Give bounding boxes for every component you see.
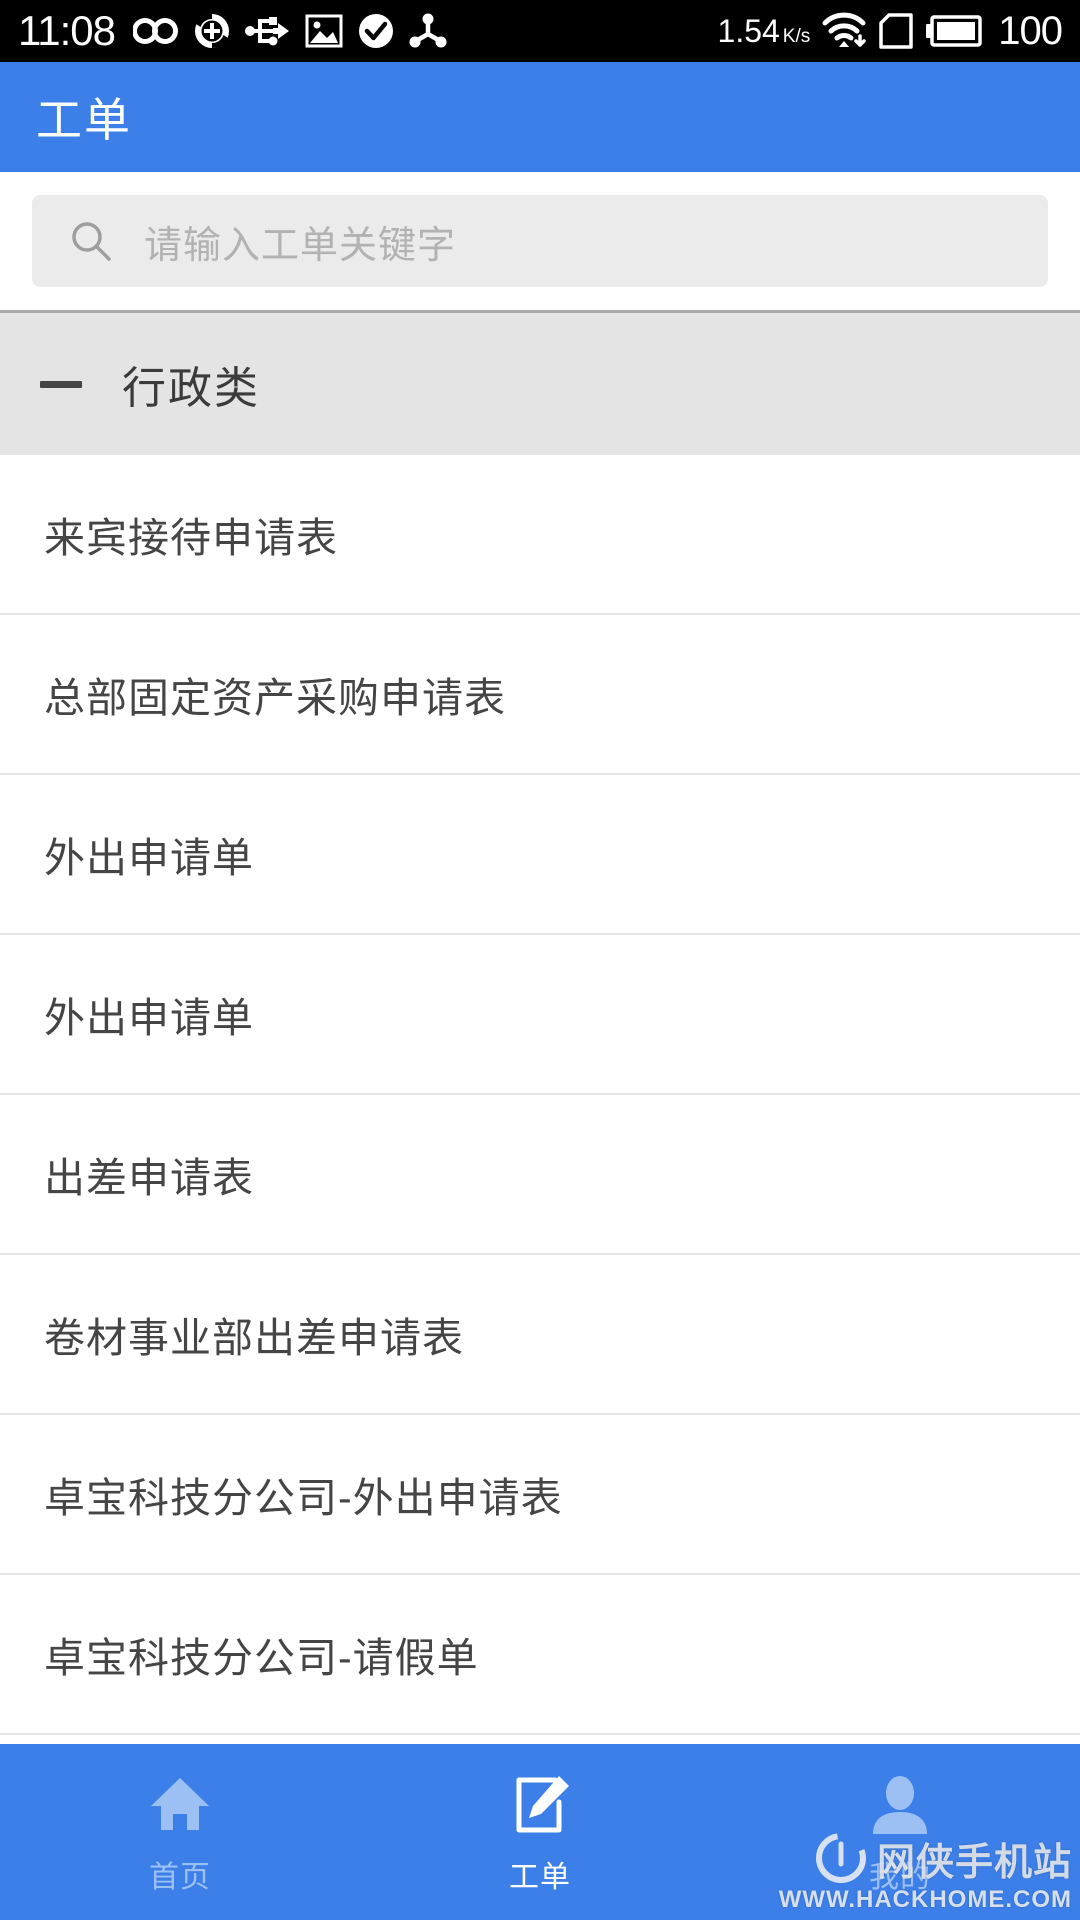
network-speed-value: 1.54: [717, 12, 780, 49]
share-node-icon: [409, 13, 447, 48]
battery-percentage: 100: [998, 8, 1063, 53]
check-circle-icon: [359, 14, 393, 48]
nav-item-home[interactable]: 首页: [0, 1744, 360, 1920]
network-speed-unit: K/s: [782, 25, 811, 47]
list-item[interactable]: 卷材事业部出差申请表: [0, 1255, 1080, 1415]
wifi-download-icon: [822, 12, 866, 47]
group-label: 行政类: [122, 364, 260, 413]
list-item-label: 总部固定资产采购申请表: [44, 675, 506, 721]
list-item-label: 出差申请表: [44, 1155, 254, 1201]
battery-full-icon: [926, 15, 982, 47]
circle-plus-icon: [195, 13, 229, 49]
list-item[interactable]: 卓宝科技分公司-请假单: [0, 1575, 1080, 1735]
list-item[interactable]: 总部固定资产采购申请表: [0, 615, 1080, 775]
search-icon: [72, 222, 111, 261]
network-speed: 1.54 K/s: [718, 13, 811, 50]
list-item[interactable]: 来宾接待申请表: [0, 455, 1080, 615]
search-placeholder: 请输入工单关键字: [144, 224, 457, 267]
list-item[interactable]: 卓宝科技分公司-外出申请表: [0, 1415, 1080, 1575]
nav-item-workorder[interactable]: 工单: [360, 1744, 720, 1920]
work-order-list: 来宾接待申请表 总部固定资产采购申请表 外出申请单 外出申请单 出差申请表 卷材…: [0, 455, 1080, 1735]
nav-item-mine-label: 我的: [869, 1861, 931, 1894]
list-item-label: 外出申请单: [44, 995, 254, 1041]
minus-icon[interactable]: [40, 380, 82, 388]
status-left-icons: [133, 12, 447, 50]
app-root: 11:08 1.54 K/s 100 工单 请输入工单关键字 行政类 来宾接待申…: [0, 0, 1080, 1920]
image-icon: [305, 14, 343, 48]
infinity-icon: [133, 18, 178, 44]
status-right-icons: 1.54 K/s 100: [718, 8, 1063, 54]
list-item[interactable]: 外出申请单: [0, 775, 1080, 935]
status-bar: 11:08 1.54 K/s 100: [0, 0, 1080, 62]
edit-document-icon: [516, 1776, 569, 1833]
home-icon: [151, 1778, 209, 1830]
search-input[interactable]: 请输入工单关键字: [32, 195, 1048, 287]
search-bar-container: 请输入工单关键字: [0, 172, 1080, 310]
list-item-label: 来宾接待申请表: [44, 515, 338, 561]
app-bar: 工单: [0, 62, 1080, 172]
bottom-navigation: 首页 工单 我的: [0, 1744, 1080, 1920]
status-clock: 11:08: [18, 7, 116, 54]
page-title: 工单: [36, 94, 132, 146]
list-item[interactable]: 出差申请表: [0, 1095, 1080, 1255]
sd-card-icon: [879, 13, 913, 49]
nav-item-home-label: 首页: [149, 1861, 211, 1894]
person-icon: [873, 1776, 927, 1834]
list-item-label: 卓宝科技分公司-外出申请表: [44, 1475, 563, 1521]
list-item-label: 外出申请单: [44, 835, 254, 881]
nav-item-mine[interactable]: 我的: [720, 1744, 1080, 1920]
list-item-label: 卓宝科技分公司-请假单: [44, 1635, 479, 1681]
nav-item-workorder-label: 工单: [509, 1861, 571, 1894]
usb-icon: [245, 17, 289, 46]
list-item[interactable]: 外出申请单: [0, 935, 1080, 1095]
list-item-label: 卷材事业部出差申请表: [44, 1315, 464, 1361]
group-header-administrative[interactable]: 行政类: [0, 310, 1080, 455]
